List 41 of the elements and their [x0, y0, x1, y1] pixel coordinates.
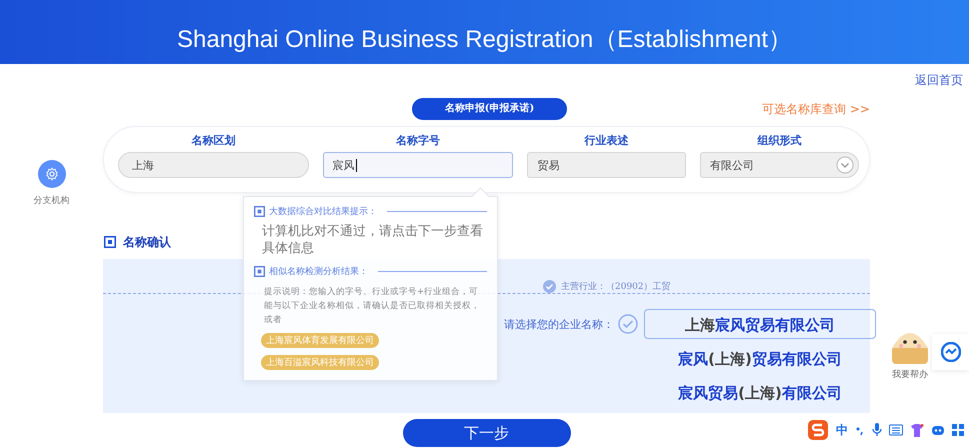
- input-field[interactable]: 有限公司: [700, 152, 859, 178]
- home-link[interactable]: 返回首页: [915, 72, 963, 90]
- sogou-logo-icon[interactable]: [807, 419, 829, 441]
- next-button[interactable]: 下一步: [402, 419, 570, 447]
- field-label: 名称区划: [191, 133, 236, 148]
- microphone-icon[interactable]: [872, 423, 882, 437]
- similar-name-tag: 上海宸风体育发展有限公司: [261, 333, 379, 348]
- company-name-option[interactable]: 宸风(上海)贸易有限公司: [644, 343, 876, 373]
- sync-icon: [940, 342, 960, 362]
- industry-text: 主营行业：（20902）工贸: [561, 280, 671, 292]
- check-circle-icon: [618, 314, 638, 334]
- keyboard-icon[interactable]: [889, 424, 903, 436]
- hint-title: 大数据综合对比结果提示：: [269, 206, 377, 218]
- chevron-down-icon: [836, 156, 854, 174]
- field-label: 行业表述: [584, 133, 629, 148]
- choose-label: 请选择您的企业名称：: [504, 317, 614, 332]
- company-name-option[interactable]: 宸风贸易(上海)有限公司: [644, 377, 876, 407]
- step-tab[interactable]: 名称申报(申报承诺): [412, 98, 567, 120]
- field-label: 名称字号: [396, 133, 440, 148]
- site-title: Shanghai Online Business Registration（Establishment）: [177, 25, 792, 55]
- section-icon: [254, 266, 265, 276]
- input-mode-toggle[interactable]: 中: [836, 422, 848, 438]
- hint-title: 相似名称检测分析结果：: [269, 266, 368, 278]
- branch-label: 分支机构: [34, 194, 70, 207]
- hint-message: 计算机比对不通过，请点击下一步查看具体信息: [262, 223, 484, 257]
- similar-name-tag: 上海百溢宸风科技有限公司: [261, 355, 379, 370]
- input-field[interactable]: 宸风: [322, 152, 514, 178]
- shirt-icon[interactable]: [910, 424, 924, 436]
- settings-icon[interactable]: [38, 160, 66, 188]
- section-icon: [254, 206, 265, 216]
- hint-note: 提示说明：您输入的字号、行业或字号+行业组合，可能与以下企业名称相似，请确认是否已取得相关授权，或者: [264, 286, 481, 327]
- section-icon: [104, 236, 116, 248]
- sync-button[interactable]: [932, 334, 969, 370]
- input-field[interactable]: 贸易: [527, 152, 686, 178]
- section-title: 名称确认: [123, 234, 171, 250]
- help-label[interactable]: 我要帮办: [890, 368, 930, 381]
- input-field[interactable]: 上海: [118, 152, 309, 178]
- grid-icon[interactable]: [952, 424, 964, 436]
- field-label: 组织形式: [758, 133, 802, 148]
- robot-icon[interactable]: [931, 424, 945, 436]
- company-name-option[interactable]: 上海宸风贸易有限公司: [644, 309, 876, 339]
